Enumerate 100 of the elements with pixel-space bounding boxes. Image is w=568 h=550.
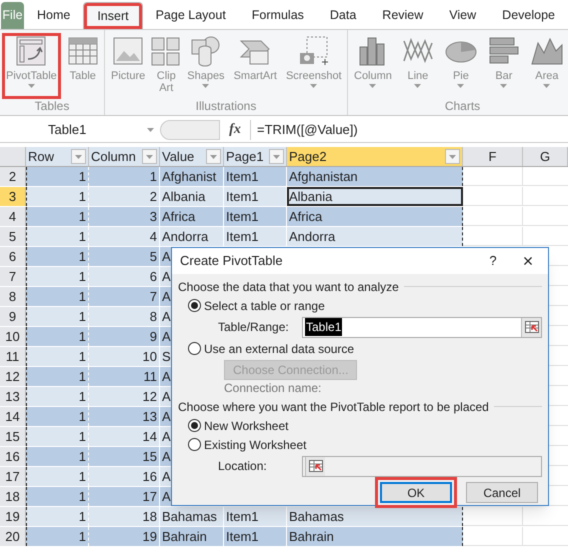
- column-header[interactable]: Value: [160, 147, 224, 166]
- picture-icon: [111, 35, 146, 67]
- table-cell: A: [162, 409, 171, 424]
- column-header[interactable]: F: [463, 147, 523, 166]
- table-cell: A: [162, 269, 171, 284]
- row-number[interactable]: 6: [0, 247, 26, 266]
- row-number[interactable]: 9: [0, 307, 26, 326]
- row-number[interactable]: 16: [0, 447, 26, 466]
- row-number[interactable]: 5: [0, 227, 26, 246]
- caret-icon: [146, 154, 153, 158]
- table-cell: 1: [150, 169, 157, 184]
- section-heading: Choose the data that you want to analyze: [178, 278, 399, 296]
- row-number[interactable]: 2: [0, 167, 26, 186]
- row-number[interactable]: 7: [0, 267, 26, 286]
- formula-input[interactable]: =TRIM([@Value]): [250, 120, 568, 140]
- row-number[interactable]: 17: [0, 467, 26, 486]
- table-cell: A: [162, 369, 171, 384]
- caret-icon: [457, 84, 464, 88]
- table-cell: A: [162, 449, 171, 464]
- caret-icon: [28, 84, 35, 88]
- row-number[interactable]: 8: [0, 287, 26, 306]
- table-cell: Bahrain: [289, 529, 334, 544]
- help-button[interactable]: ?: [478, 249, 508, 273]
- table-cell: 17: [142, 489, 157, 504]
- ribbon-tab[interactable]: Data: [316, 2, 370, 29]
- pivot-table-icon: [14, 35, 48, 67]
- row-number[interactable]: 11: [0, 347, 26, 366]
- table-cell: 12: [142, 389, 157, 404]
- radio-option[interactable]: New Worksheet: [188, 416, 288, 435]
- table-cell: 1: [78, 489, 86, 504]
- row-number[interactable]: 13: [0, 387, 26, 406]
- row-number[interactable]: 18: [0, 487, 26, 506]
- caret-icon: [202, 84, 210, 88]
- table-cell: A: [162, 289, 171, 304]
- caret-icon: [310, 84, 318, 88]
- row-number[interactable]: 20: [0, 527, 26, 546]
- column-header[interactable]: Page1: [224, 147, 287, 166]
- formula-bar-divider-handle[interactable]: [160, 120, 220, 140]
- radio-button[interactable]: [188, 419, 201, 432]
- table-cell: A: [162, 469, 171, 484]
- ribbon-tab[interactable]: Page Layout: [142, 2, 239, 29]
- row-number[interactable]: 10: [0, 327, 26, 346]
- table-cell: 13: [142, 409, 157, 424]
- group-label: Tables: [34, 99, 70, 115]
- table-cell: 8: [150, 309, 157, 324]
- row-number[interactable]: 14: [0, 407, 26, 426]
- column-header[interactable]: Row: [26, 147, 89, 166]
- filter-dropdown-button[interactable]: [142, 149, 157, 164]
- ribbon-tab[interactable]: Develope: [489, 2, 568, 29]
- column-header[interactable]: Column: [89, 147, 160, 166]
- table-cell: Item1: [226, 229, 259, 244]
- table-cell: A: [162, 329, 171, 344]
- table-cell: 11: [144, 369, 157, 384]
- range-picker-button[interactable]: [521, 318, 541, 336]
- table-cell: Andorra: [289, 229, 336, 244]
- insert-function-button[interactable]: fx: [220, 119, 250, 140]
- radio-button[interactable]: [188, 299, 201, 312]
- table-cell: 1: [78, 289, 86, 304]
- column-header[interactable]: G: [523, 147, 568, 166]
- table-cell: 15: [142, 449, 157, 464]
- filter-dropdown-button[interactable]: [206, 149, 221, 164]
- table-cell: 1: [78, 249, 86, 264]
- radio-button[interactable]: [188, 342, 201, 355]
- row-number[interactable]: 15: [0, 427, 26, 446]
- radio-button[interactable]: [188, 438, 201, 451]
- ribbon-tab[interactable]: View: [436, 2, 490, 29]
- ribbon-tab[interactable]: Insert: [83, 2, 143, 29]
- row-number[interactable]: 4: [0, 207, 26, 226]
- row-number[interactable]: 12: [0, 367, 26, 386]
- table-cell: 10: [142, 349, 157, 364]
- row-number[interactable]: 19: [0, 507, 26, 526]
- radio-option[interactable]: Select a table or range: [188, 296, 325, 315]
- table-cell: 3: [150, 209, 157, 224]
- table-cell: 1: [78, 229, 86, 244]
- ribbon-tab[interactable]: Formulas: [238, 2, 317, 29]
- filter-dropdown-button[interactable]: [445, 149, 460, 164]
- radio-option[interactable]: Existing Worksheet: [188, 435, 306, 454]
- table-cell: A: [162, 489, 171, 504]
- caret-icon: [210, 154, 217, 158]
- table-cell: A: [162, 429, 171, 444]
- name-box[interactable]: Table1: [0, 120, 160, 140]
- table-cell: Albania: [162, 189, 206, 204]
- close-button[interactable]: ×: [508, 249, 548, 273]
- dialog-button[interactable]: Cancel: [466, 482, 538, 503]
- ribbon-tab[interactable]: Home: [24, 2, 84, 29]
- table-cell: 1: [78, 509, 86, 524]
- input-field[interactable]: Table1: [302, 316, 542, 338]
- row-number[interactable]: 3: [0, 187, 26, 206]
- column-header[interactable]: Page2: [287, 147, 463, 166]
- radio-option[interactable]: Use an external data source: [188, 339, 354, 358]
- table-cell: Andorra: [162, 229, 208, 244]
- dialog-button[interactable]: OK: [380, 482, 452, 503]
- caret-icon: [273, 154, 280, 158]
- filter-dropdown-button[interactable]: [71, 149, 86, 164]
- table-cell: 1: [78, 189, 86, 204]
- table-cell: S: [162, 349, 171, 364]
- ribbon-tab[interactable]: Review: [369, 2, 436, 29]
- filter-dropdown-button[interactable]: [269, 149, 284, 164]
- range-select-icon: [524, 321, 538, 333]
- table-grid-icon: [66, 35, 100, 67]
